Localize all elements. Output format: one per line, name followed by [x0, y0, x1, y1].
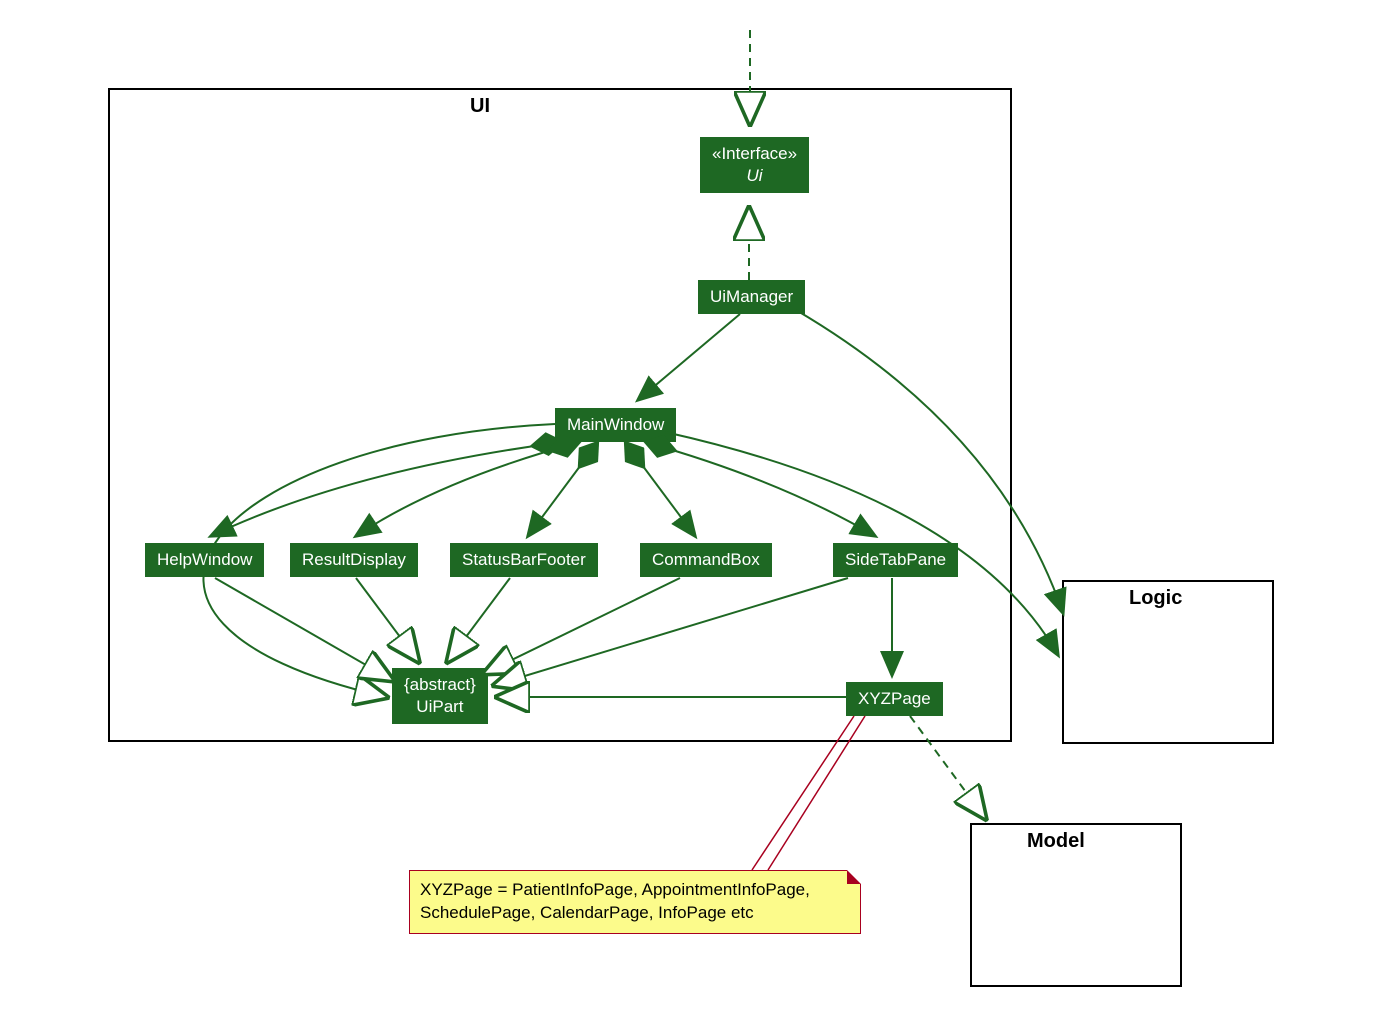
note-fold-icon [847, 870, 861, 884]
help-window-name: HelpWindow [157, 550, 252, 569]
class-help-window: HelpWindow [145, 543, 264, 577]
class-result-display: ResultDisplay [290, 543, 418, 577]
note-text: XYZPage = PatientInfoPage, AppointmentIn… [420, 880, 810, 922]
package-model: Model [970, 823, 1182, 987]
side-tab-pane-name: SideTabPane [845, 550, 946, 569]
package-model-label: Model [1027, 830, 1085, 853]
ui-interface-name: Ui [712, 165, 797, 187]
note-xyz-page: XYZPage = PatientInfoPage, AppointmentIn… [409, 870, 861, 934]
result-display-name: ResultDisplay [302, 550, 406, 569]
ui-part-stereotype: {abstract} [404, 674, 476, 696]
class-ui-part: {abstract} UiPart [392, 668, 488, 724]
class-ui-interface: «Interface» Ui [700, 137, 809, 193]
class-ui-manager: UiManager [698, 280, 805, 314]
command-box-name: CommandBox [652, 550, 760, 569]
class-side-tab-pane: SideTabPane [833, 543, 958, 577]
package-logic-label: Logic [1129, 587, 1182, 610]
xyz-page-name: XYZPage [858, 689, 931, 708]
class-main-window: MainWindow [555, 408, 676, 442]
class-xyz-page: XYZPage [846, 682, 943, 716]
uml-class-diagram: UI Logic Model «Interface» Ui UiManager … [0, 0, 1388, 1020]
class-status-bar-footer: StatusBarFooter [450, 543, 598, 577]
ui-part-name: UiPart [404, 696, 476, 718]
package-logic: Logic [1062, 580, 1274, 744]
main-window-name: MainWindow [567, 415, 664, 434]
package-ui-label: UI [470, 95, 490, 118]
class-command-box: CommandBox [640, 543, 772, 577]
ui-manager-name: UiManager [710, 287, 793, 306]
ui-interface-stereotype: «Interface» [712, 143, 797, 165]
status-bar-footer-name: StatusBarFooter [462, 550, 586, 569]
